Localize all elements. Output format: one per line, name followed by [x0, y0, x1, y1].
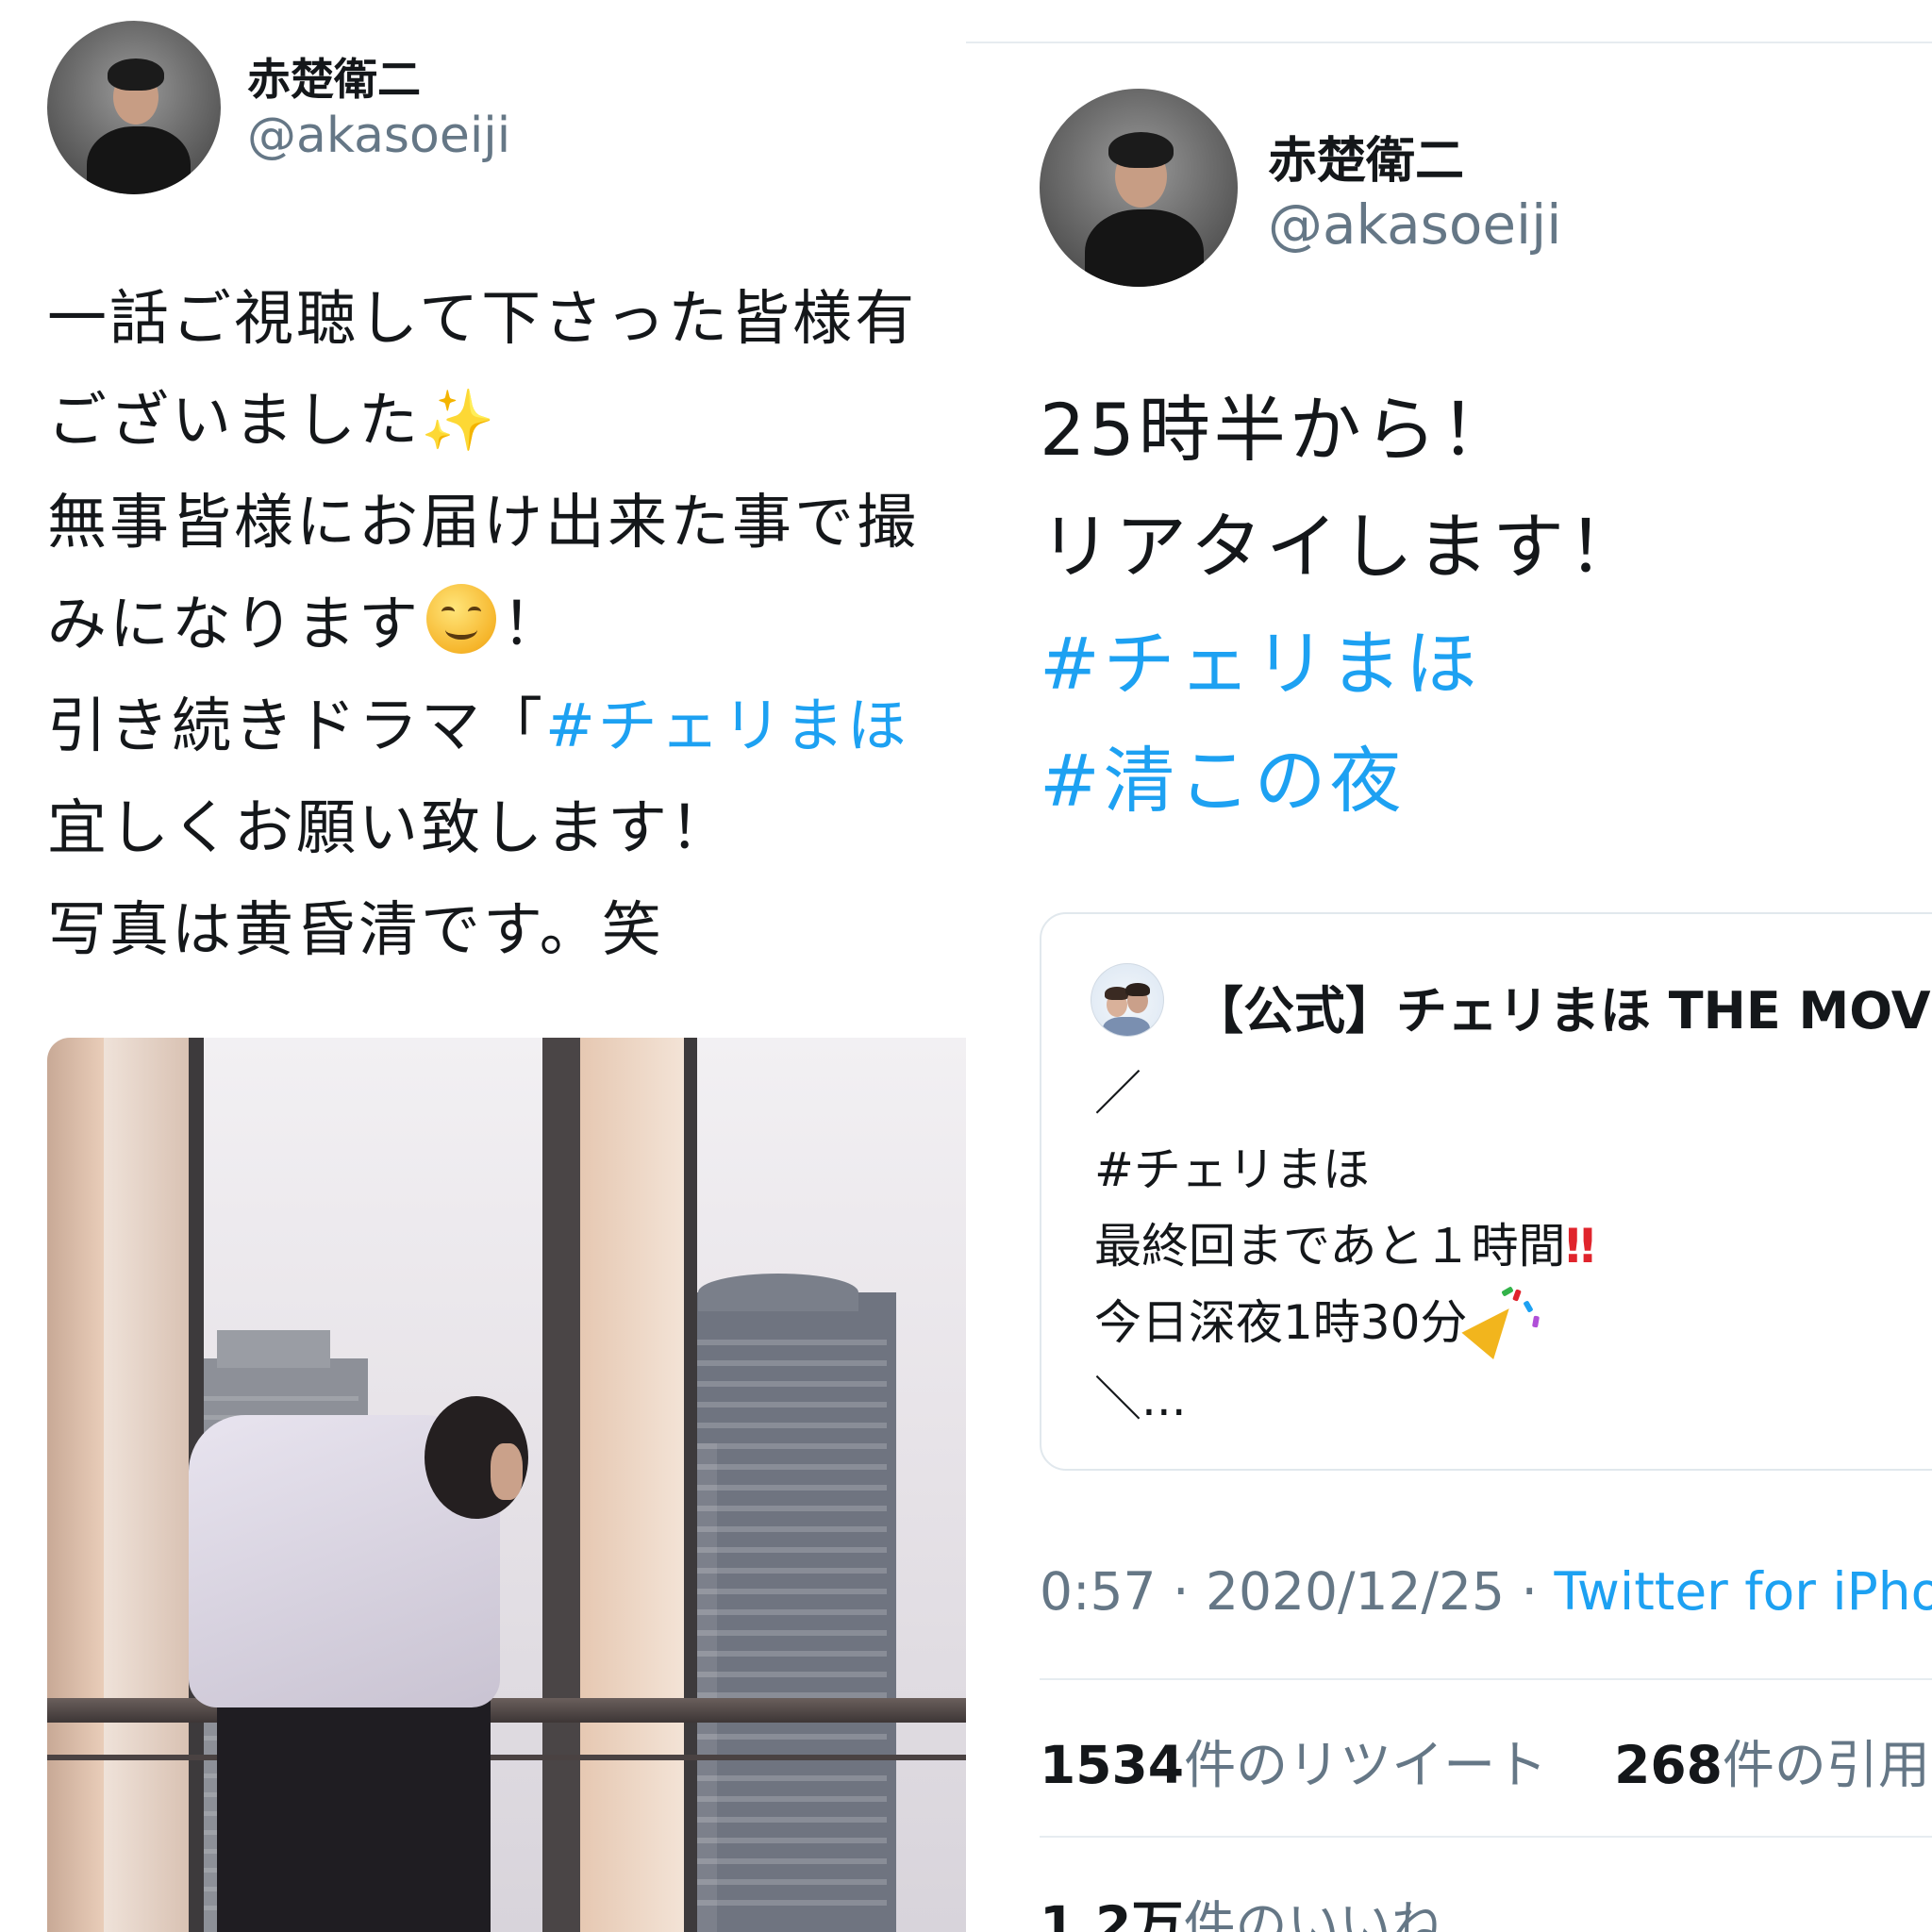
top-divider [966, 42, 1932, 43]
tweet-meta: 0:57 · 2020/12/25 · Twitter for iPho [1040, 1561, 1932, 1622]
tweet-line: 25時半から！ [1040, 388, 1516, 472]
hashtag-link[interactable]: #清この夜 [1040, 723, 1643, 840]
quotes-stat[interactable]: 268件の引用ツ [1614, 1735, 1932, 1795]
tweet-source-link[interactable]: Twitter for iPho [1554, 1561, 1932, 1622]
retweets-label: 件のリツイート [1184, 1735, 1548, 1795]
author-avatar[interactable] [1040, 89, 1238, 287]
tweet-text: 一話ご視聴して下さった皆様有 ございました✨ 無事皆様にお届け出来た事で撮 みに… [47, 268, 919, 981]
tweet-line-end: ！ [502, 590, 564, 658]
quoted-line-text: 最終回まであと１時間 [1094, 1219, 1566, 1274]
tweet-line: リアタイします！ [1040, 505, 1643, 589]
double-exclamation-icon: ‼ [1565, 1219, 1595, 1274]
author-handle[interactable]: @akasoeiji [1268, 192, 1561, 257]
tweet-line-text: みになります [47, 590, 421, 658]
retweets-stat[interactable]: 1534件のリツイート [1040, 1735, 1547, 1795]
meta-separator: · [1156, 1561, 1206, 1622]
tweet-line: 無事皆様にお届け出来た事で撮 [47, 488, 919, 557]
tweet-line: 引き続きドラマ「#チェリまほ [47, 675, 919, 777]
tweet-time[interactable]: 0:57 [1040, 1561, 1157, 1622]
quotes-count: 268 [1614, 1735, 1723, 1795]
quoted-line: 最終回まであと１時間‼ [1094, 1208, 1595, 1285]
quoted-tweet-text: ／ #チェリまほ 最終回まであと１時間‼ 今日深夜1時30分 ＼... [1094, 1056, 1595, 1438]
likes-count: 1.2万 [1040, 1895, 1184, 1932]
smiling-face-icon [426, 584, 496, 654]
quoted-line-text: 今日深夜1時30分 [1094, 1295, 1468, 1350]
party-popper-icon [1461, 1286, 1542, 1360]
tweet-line-text: ございました [47, 386, 421, 455]
tweet-line: 一話ご視聴して下さった皆様有 [47, 284, 918, 353]
stats-divider [1040, 1836, 1932, 1838]
author-avatar[interactable] [47, 21, 221, 194]
tweet-photo[interactable] [47, 1038, 966, 1932]
author-handle[interactable]: @akasoeiji [247, 108, 510, 164]
tweet-text: 25時半から！ リアタイします！ #チェリまほ #清この夜 [1040, 372, 1643, 840]
quoted-hashtag: #チェリまほ [1094, 1142, 1370, 1197]
likes-label: 件のいいね [1183, 1895, 1443, 1932]
hashtag-link[interactable]: #チェリまほ [1040, 606, 1643, 723]
engagement-stats: 1534件のリツイート 268件の引用ツ [1040, 1723, 1932, 1798]
quoted-author-name: 【公式】チェリまほ THE MOV [1192, 981, 1931, 1041]
quoted-line: ／ [1094, 1066, 1141, 1121]
tweet-line: 写真は黄昏清です。笑 [47, 895, 664, 964]
tweet-line: 宜しくお願い致します！ [47, 793, 732, 862]
quotes-label: 件の引用ツ [1722, 1735, 1932, 1795]
right-tweet-panel: 赤楚衛二 @akasoeiji 25時半から！ リアタイします！ #チェリまほ … [966, 0, 1932, 1932]
tweet-line-text: 引き続きドラマ「 [47, 691, 545, 760]
retweets-count: 1534 [1040, 1735, 1185, 1795]
left-tweet-panel: 赤楚衛二 @akasoeiji 一話ご視聴して下さった皆様有 ございました✨ 無… [0, 0, 966, 1932]
meta-separator: · [1504, 1561, 1555, 1622]
sparkles-icon: ✨ [421, 386, 498, 455]
quoted-author-avatar [1091, 963, 1164, 1037]
quoted-tweet-card[interactable]: 【公式】チェリまほ THE MOV ／ #チェリまほ 最終回まであと１時間‼ 今… [1040, 912, 1932, 1471]
likes-stats[interactable]: 1.2万件のいいね [1040, 1883, 1442, 1932]
tweet-line: ございました✨ [47, 370, 919, 472]
quoted-line: ＼... [1094, 1372, 1187, 1426]
tweet-line: みになります ！ [47, 574, 919, 675]
author-name[interactable]: 赤楚衛二 [1268, 121, 1464, 192]
tweet-date[interactable]: 2020/12/25 [1206, 1561, 1505, 1622]
author-name[interactable]: 赤楚衛二 [247, 45, 421, 108]
stats-divider [1040, 1678, 1932, 1680]
hashtag-link[interactable]: #チェリまほ [545, 691, 909, 760]
quoted-line: 今日深夜1時30分 [1094, 1285, 1590, 1361]
